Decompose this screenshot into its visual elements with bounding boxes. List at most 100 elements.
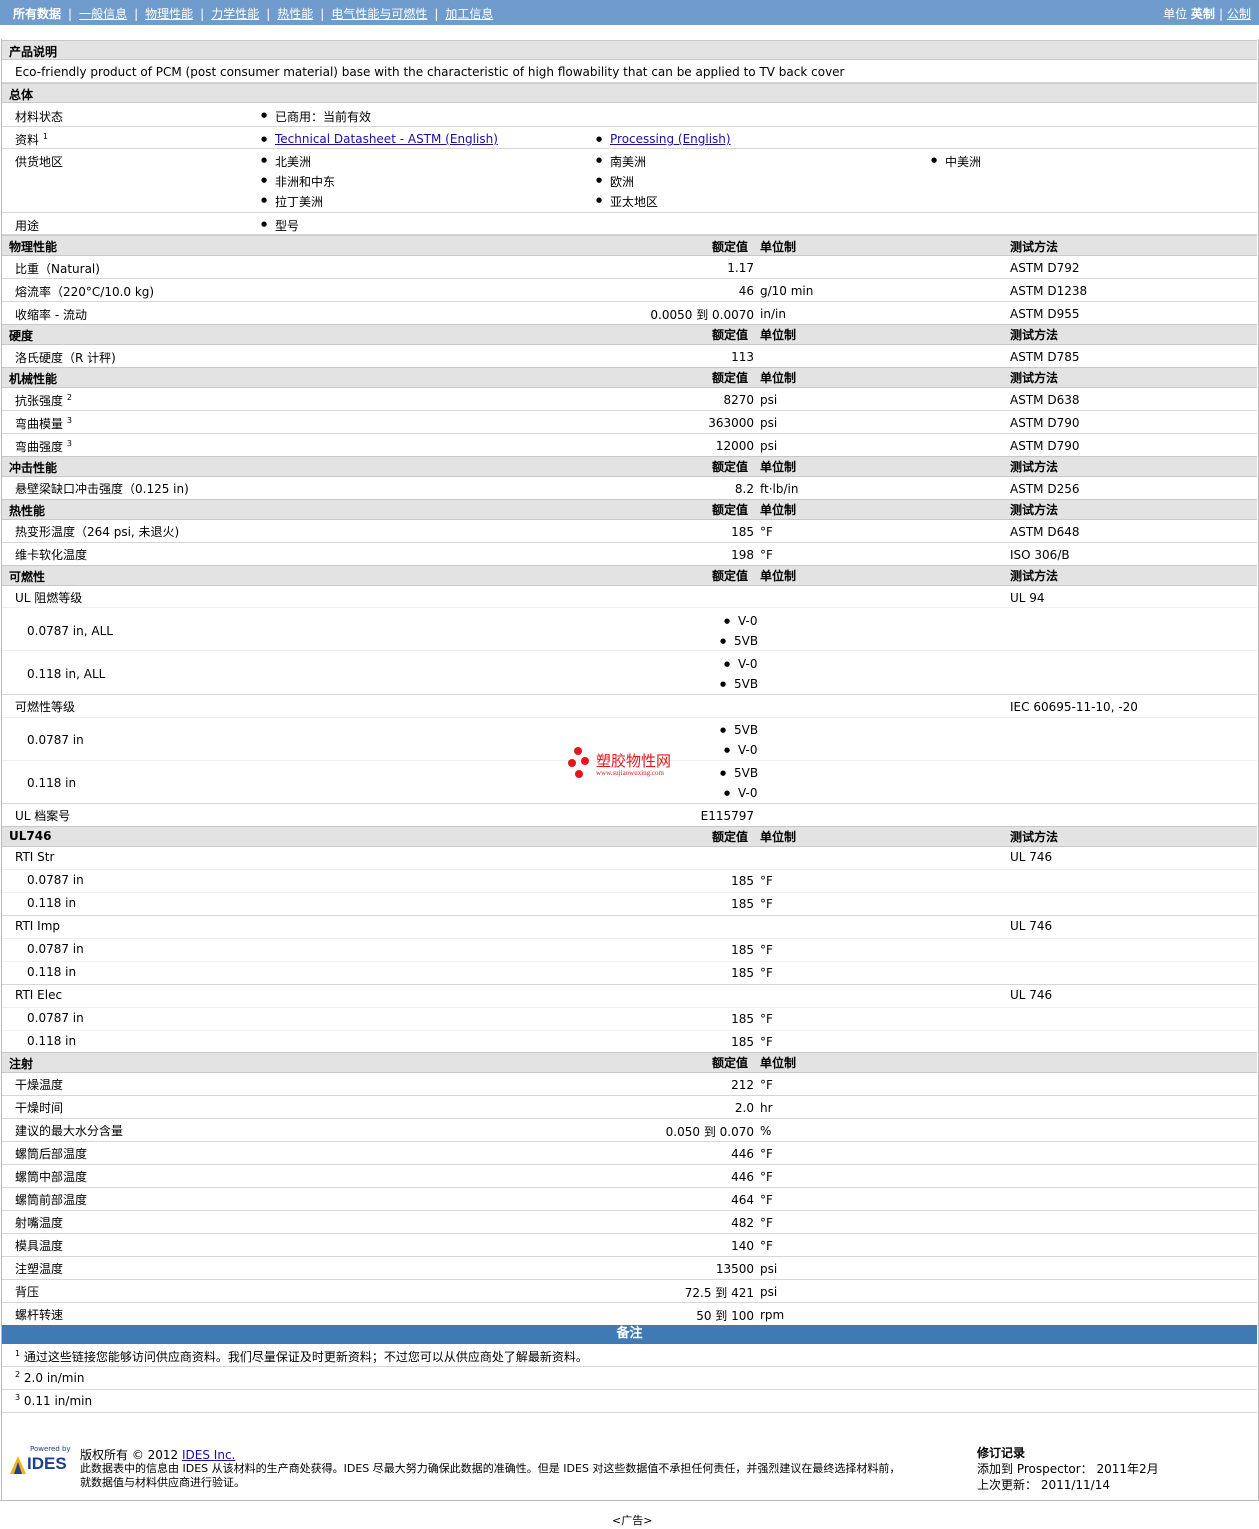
section-title: 硬度 (9, 329, 34, 343)
property-row: 抗张强度 2 8270 psi ASTM D638 (2, 388, 1257, 411)
property-label: 螺杆转速 (15, 1308, 64, 1322)
property-value: 8270 (723, 393, 754, 407)
region-item: 欧洲 (596, 173, 634, 190)
tab-processing[interactable]: 加工信息 (445, 7, 493, 21)
property-value: 363000 (708, 416, 754, 430)
doc-link-wrap: Technical Datasheet - ASTM (English) (261, 132, 498, 146)
property-value: 185 (731, 897, 754, 911)
property-value: 464 (731, 1193, 754, 1207)
ul-file-row: UL 档案号 E115797 (2, 804, 1257, 827)
col-header-method: 测试方法 (1010, 328, 1059, 342)
property-row: 比重（Natural) 1.17 ASTM D792 (2, 256, 1257, 279)
rti-sub-row: 0.118 in 185 °F (2, 962, 1257, 985)
section-ul746: UL746 额定值 单位制 测试方法 (2, 826, 1257, 847)
section-title: 冲击性能 (9, 461, 58, 475)
note-row: 1 通过这些链接您能够访问供应商资料。我们尽量保证及时更新资料；不过您可以从供应… (2, 1345, 1257, 1367)
section-title: 物理性能 (9, 240, 58, 254)
property-value: 446 (731, 1170, 754, 1184)
property-label: UL 阻燃等级 (15, 591, 83, 605)
col-header-value: 额定值 (712, 240, 749, 254)
property-row: 螺筒中部温度 446 °F (2, 1165, 1257, 1188)
rating-value: V-0 (724, 657, 758, 671)
property-unit: psi (760, 439, 778, 453)
tab-electrical[interactable]: 电气性能与可燃性 (331, 7, 427, 21)
unit-metric[interactable]: 公制 (1227, 7, 1251, 21)
technical-datasheet-link[interactable]: Technical Datasheet - ASTM (English) (275, 132, 498, 146)
col-header-method: 测试方法 (1010, 240, 1059, 254)
ides-triangle-icon (10, 1456, 26, 1474)
property-value: 482 (731, 1216, 754, 1230)
rating-value: 5VB (720, 677, 758, 691)
ides-logo[interactable]: Powered by IDES (8, 1445, 72, 1481)
col-header-value: 额定值 (712, 371, 749, 385)
revision-updated: 上次更新： 2011/11/14 (977, 1478, 1110, 1492)
rating-value: V-0 (724, 786, 758, 800)
property-unit: °F (760, 1012, 773, 1026)
footer: Powered by IDES 版权所有 © 2012 IDES Inc. 此数… (2, 1440, 1257, 1500)
notes-header: 备注 (2, 1325, 1257, 1344)
property-label: 洛氏硬度（R 计秤) (15, 351, 116, 365)
section-description: 产品说明 (2, 40, 1257, 60)
revision-title: 修订记录 (977, 1446, 1026, 1460)
property-row: 干燥温度 212 °F (2, 1073, 1257, 1096)
property-row: 洛氏硬度（R 计秤) 113 ASTM D785 (2, 345, 1257, 368)
col-header-unit: 单位制 (760, 1056, 797, 1070)
col-header-method: 测试方法 (1010, 460, 1059, 474)
property-value: 140 (731, 1239, 754, 1253)
col-header-value: 额定值 (712, 1056, 749, 1070)
property-method: ASTM D256 (1010, 482, 1080, 496)
property-row: 建议的最大水分含量 0.050 到 0.070% (2, 1119, 1257, 1142)
col-header-unit: 单位制 (760, 503, 797, 517)
ul94-row: UL 阻燃等级 UL 94 (2, 586, 1257, 608)
tab-general[interactable]: 一般信息 (79, 7, 127, 21)
property-value: 2.0 (734, 1101, 754, 1115)
col-header-value: 额定值 (712, 328, 749, 342)
doc-link-wrap: Processing (English) (596, 132, 731, 146)
tab-mechanical[interactable]: 力学性能 (211, 7, 259, 21)
processing-link[interactable]: Processing (English) (610, 132, 731, 146)
field-label: 用途 (15, 219, 40, 233)
property-row: 弯曲强度 3 12000 psi ASTM D790 (2, 434, 1257, 457)
tab-physical[interactable]: 物理性能 (145, 7, 193, 21)
property-label: 射嘴温度 (15, 1216, 64, 1230)
tab-thermal[interactable]: 热性能 (277, 7, 313, 21)
property-method: ASTM D955 (1010, 307, 1080, 321)
sub-label: 0.0787 in (27, 942, 84, 956)
col-header-unit: 单位制 (760, 830, 797, 844)
sub-label: 0.0787 in (27, 733, 84, 747)
note-text: 3 0.11 in/min (15, 1393, 93, 1408)
property-value: 446 (731, 1147, 754, 1161)
property-unit: ft·lb/in (760, 482, 799, 496)
property-unit: psi (760, 1262, 778, 1276)
property-value: 185 (731, 874, 754, 888)
property-unit: °F (760, 1035, 773, 1049)
property-row: 弯曲模量 3 363000 psi ASTM D790 (2, 411, 1257, 434)
unit-imperial[interactable]: 英制 (1191, 7, 1215, 21)
watermark-logo: 塑胶物性网 www.sujiaowuxing.com (566, 746, 696, 782)
property-value: 185 (731, 525, 754, 539)
property-method: ASTM D638 (1010, 393, 1080, 407)
property-row: 螺筒前部温度 464 °F (2, 1188, 1257, 1211)
property-value: 8.2 (734, 482, 754, 496)
property-label: 收缩率 - 流动 (15, 308, 87, 322)
tab-all-data[interactable]: 所有数据 (13, 7, 61, 21)
property-unit: °F (760, 1170, 773, 1184)
property-method: ASTM D790 (1010, 439, 1080, 453)
property-value: 1.17 (727, 261, 754, 275)
col-header-unit: 单位制 (760, 240, 797, 254)
property-row: 收缩率 - 流动 0.0050 到 0.0070 in/in ASTM D955 (2, 302, 1257, 325)
property-label: 干燥时间 (15, 1101, 64, 1115)
property-method: UL 94 (1010, 591, 1045, 605)
property-value: 13500 (715, 1262, 754, 1276)
property-label: 热变形温度（264 psi, 未退火) (15, 525, 180, 539)
property-unit: °F (760, 874, 773, 888)
tab-separator: | (266, 7, 271, 21)
watermark-url: www.sujiaowuxing.com (596, 769, 664, 777)
property-value: 212 (731, 1078, 754, 1092)
sub-label: 0.118 in (27, 896, 77, 910)
col-header-unit: 单位制 (760, 460, 797, 474)
unit-switch: 单位 英制 | 公制 (1163, 7, 1251, 21)
ad-bar: <广告> (0, 1500, 1259, 1529)
documents-row: 资料 1 Technical Datasheet - ASTM (English… (2, 127, 1257, 149)
usage-value: 型号 (261, 217, 299, 234)
